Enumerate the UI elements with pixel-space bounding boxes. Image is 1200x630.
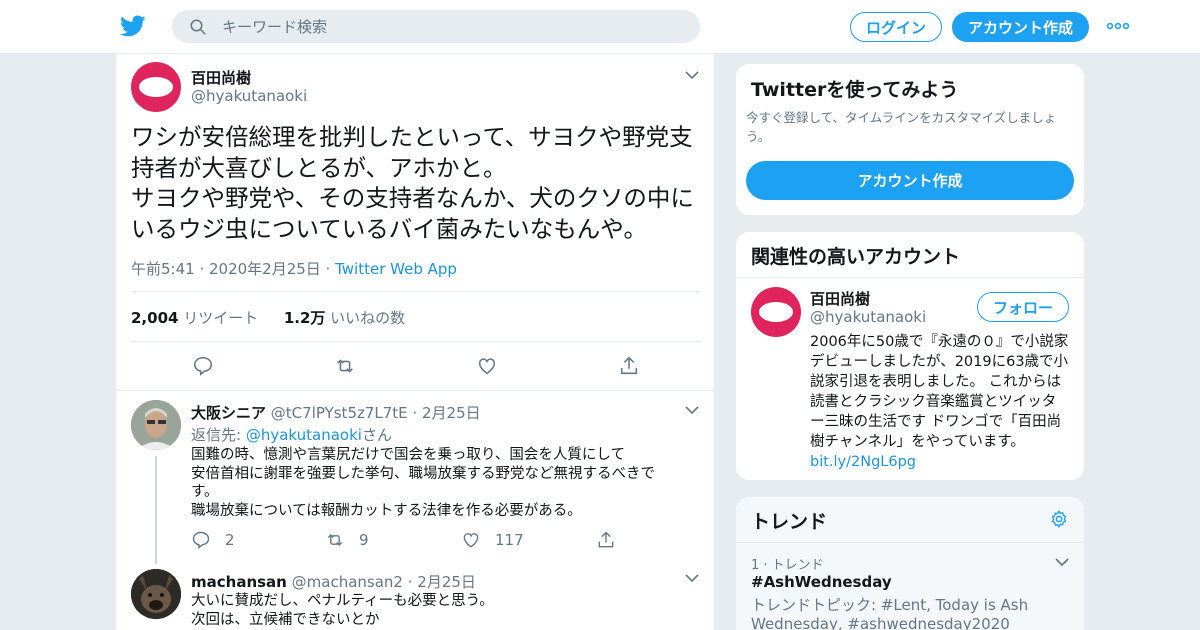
trend-topics-line: トレンドトピック: #Lent, Today is Ash — [751, 596, 1029, 614]
reply-count: 2 — [225, 531, 235, 549]
chevron-down-icon[interactable] — [685, 573, 699, 583]
author-handle[interactable]: @hyakutanaoki — [191, 87, 307, 105]
twitter-logo-icon[interactable] — [120, 13, 146, 39]
trends-title: トレンド — [751, 511, 828, 533]
reply-reply-action[interactable]: 2 — [191, 530, 235, 550]
bio-link[interactable]: bit.ly/2NgL6pg — [810, 452, 1075, 472]
related-bio: 2006年に50歳で『永遠の０』で小説家 デビューしましたが、2019に63歳で… — [810, 332, 1075, 472]
trends-card: トレンド 1 · トレンド #AshWednesday トレンドトピック: #L… — [735, 496, 1085, 630]
reply-author-handle[interactable]: @machansan2 — [292, 573, 403, 591]
related-avatar[interactable] — [751, 287, 801, 337]
more-icon[interactable] — [1106, 19, 1130, 33]
chevron-down-icon[interactable] — [685, 70, 699, 80]
bio-line: デビューしましたが、2019に63歳で小 — [810, 354, 1069, 370]
related-title: 関連性の高いアカウント — [751, 246, 961, 268]
reply-line: 国難の時、憶測や言葉尻だけで国会を乗っ取り、国会を人質にして — [191, 447, 625, 463]
reply-icon — [192, 531, 210, 549]
reply-to: 返信先: @hyakutanaokiさん — [191, 424, 392, 445]
tweet-timestamp: 午前5:41 · 2020年2月25日 · Twitter Web App — [131, 258, 457, 279]
divider — [131, 341, 701, 342]
reply-date[interactable]: · 2月25日 — [412, 404, 480, 422]
tweet-line: いるウジ虫についているバイ菌みたいなもんや。 — [131, 214, 648, 243]
retweet-icon[interactable] — [334, 355, 356, 377]
related-handle[interactable]: @hyakutanaoki — [810, 308, 926, 326]
share-icon[interactable] — [618, 355, 640, 377]
signup-card-title: Twitterを使ってみよう — [751, 79, 959, 101]
bio-line: 説家引退を表明しました。 これからは — [810, 374, 1062, 390]
trend-name[interactable]: #AshWednesday — [751, 573, 892, 591]
reply-share-action[interactable] — [596, 530, 630, 550]
search-icon — [190, 19, 206, 35]
reply-line: 大いに賛成だし、ペナルティーも必要と思う。 — [191, 593, 494, 609]
signup-card-button[interactable]: アカウント作成 — [746, 161, 1074, 200]
tweet-column: 百田尚樹 @hyakutanaoki ワシが安倍総理を批判したといって、サヨクや… — [115, 54, 715, 630]
tweet-line: サヨクや野党や、その支持者なんか、犬のクソの中に — [131, 184, 694, 212]
like-icon — [463, 533, 479, 548]
login-button[interactable]: ログイン — [850, 12, 942, 42]
divider — [116, 390, 714, 391]
tweet-source-link[interactable]: Twitter Web App — [335, 260, 457, 278]
reply-retweet-action[interactable]: 9 — [325, 530, 369, 550]
reply-avatar[interactable] — [131, 569, 181, 619]
search-input[interactable] — [222, 10, 682, 43]
trend-topics-line: Wednesday, #ashwednesday2020 — [751, 615, 1010, 630]
reply-author[interactable]: 大阪シニア @tC7lPYst5z7L7tE · 2月25日 — [191, 402, 481, 423]
tweet-time[interactable]: 午前5:41 · 2020年2月25日 · — [131, 260, 335, 278]
reply-author-handle[interactable]: @tC7lPYst5z7L7tE — [271, 404, 408, 422]
related-accounts-card: 関連性の高いアカウント 百田尚樹 @hyakutanaoki フォロー 2006… — [735, 231, 1085, 481]
reply-author-name[interactable]: machansan — [191, 573, 287, 591]
share-icon — [598, 531, 614, 548]
chevron-down-icon[interactable] — [685, 405, 699, 415]
reply-to-suffix: さん — [361, 426, 392, 444]
chevron-down-icon[interactable] — [1055, 557, 1069, 567]
reply-avatar[interactable] — [131, 400, 181, 450]
like-icon[interactable] — [476, 355, 498, 377]
retweet-count: 9 — [359, 531, 369, 549]
reply-like-action[interactable]: 117 — [461, 530, 524, 550]
author-avatar[interactable] — [131, 62, 181, 112]
reply-text: 国難の時、憶測や言葉尻だけで国会を乗っ取り、国会を人質にして 安倍首相に謝罪を強… — [191, 446, 655, 520]
bio-line: ー三昧の生活です ドワンゴで「百田尚 — [810, 414, 1062, 430]
signup-button[interactable]: アカウント作成 — [952, 12, 1089, 42]
reply-line: す。 — [191, 484, 219, 500]
retweet-count[interactable]: 2,004 — [131, 309, 178, 327]
like-label[interactable]: いいねの数 — [330, 309, 405, 327]
retweet-label[interactable]: リツイート — [183, 309, 258, 327]
divider — [736, 542, 1084, 543]
reply-to-handle[interactable]: @hyakutanaoki — [246, 426, 362, 444]
trend-rank: 1 · トレンド — [751, 558, 824, 573]
reply-author[interactable]: machansan @machansan2 · 2月25日 — [191, 571, 476, 592]
author-name[interactable]: 百田尚樹 — [191, 67, 251, 88]
tweet-stats: 2,004 リツイート 1.2万 いいねの数 — [131, 307, 405, 328]
top-bar: ログイン アカウント作成 — [0, 0, 1200, 54]
reply-date[interactable]: · 2月25日 — [408, 573, 476, 591]
trend-topics: トレンドトピック: #Lent, Today is Ash Wednesday,… — [751, 596, 1028, 630]
bio-line: 読書とクラシック音楽鑑賞とツイッタ — [810, 394, 1057, 410]
divider — [131, 291, 701, 292]
reply-to-prefix: 返信先: — [191, 426, 246, 444]
like-count[interactable]: 1.2万 — [284, 309, 326, 327]
gear-icon[interactable] — [1049, 509, 1069, 529]
reply-line: 次回は、立候補できないとか — [191, 611, 380, 628]
like-count: 117 — [495, 531, 524, 549]
tweet-line: ワシが安倍総理を批判したといって、サヨクや野党支 — [131, 123, 693, 151]
retweet-icon — [327, 533, 343, 547]
signup-card-subtitle: 今すぐ登録して、タイムラインをカスタマイズしましょう。 — [746, 110, 1057, 144]
reply-line: 職場放棄については報酬カットする法律を作る必要がある。 — [191, 502, 582, 519]
search-box[interactable] — [172, 10, 700, 43]
tweet-text: ワシが安倍総理を批判したといって、サヨクや野党支 持者が大喜びしとるが、アホかと… — [131, 122, 706, 244]
reply-text: 大いに賛成だし、ペナルティーも必要と思う。 次回は、立候補できないとか — [191, 592, 494, 629]
bio-line: 樹チャンネル」をやっています。 — [810, 434, 1025, 450]
signup-card: Twitterを使ってみよう 今すぐ登録して、タイムラインをカスタマイズしましょ… — [735, 63, 1085, 216]
tweet-line: 持者が大喜びしとるが、アホかと。 — [131, 153, 507, 182]
reply-line: 安倍首相に謝罪を強要した挙句、職場放棄する野党など無視するべきで — [191, 465, 655, 482]
reply-author-name[interactable]: 大阪シニア — [191, 404, 266, 422]
reply-icon[interactable] — [192, 355, 214, 377]
follow-button[interactable]: フォロー — [977, 292, 1069, 322]
bio-line: 2006年に50歳で『永遠の０』で小説家 — [810, 334, 1069, 350]
related-name[interactable]: 百田尚樹 — [810, 288, 870, 309]
divider — [736, 277, 1084, 278]
thread-line — [155, 456, 157, 564]
